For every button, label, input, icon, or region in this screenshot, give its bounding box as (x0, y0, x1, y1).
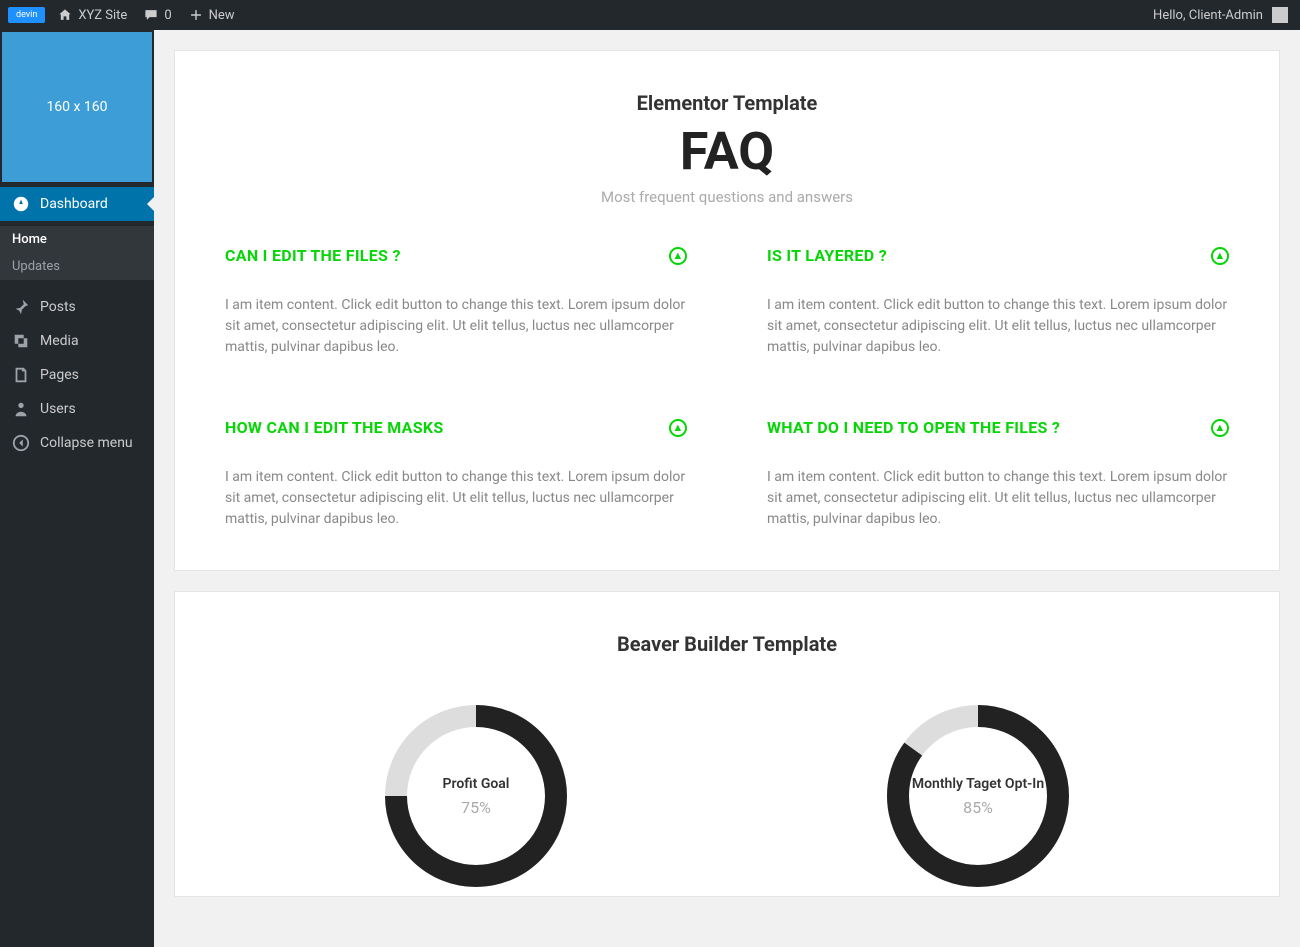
faq-answer: I am item content. Click edit button to … (225, 467, 687, 530)
donut-chart-profit: Profit Goal 75% (376, 696, 576, 896)
sidebar-item-posts[interactable]: Posts (0, 290, 154, 324)
pin-icon (12, 298, 30, 316)
panel-subtitle: Elementor Template (225, 91, 1229, 115)
faq-item: IS IT LAYERED ? ▲ I am item content. Cli… (767, 246, 1229, 358)
topbar-new-label: New (209, 8, 235, 23)
faq-answer: I am item content. Click edit button to … (225, 295, 687, 358)
chevron-up-icon: ▲ (669, 247, 687, 265)
sidebar-item-pages[interactable]: Pages (0, 358, 154, 392)
sidebar-label: Media (40, 333, 79, 349)
chevron-up-icon: ▲ (1211, 419, 1229, 437)
home-icon (57, 7, 73, 23)
panel-title: FAQ (225, 123, 1229, 180)
faq-item: CAN I EDIT THE FILES ? ▲ I am item conte… (225, 246, 687, 358)
comment-icon (143, 7, 159, 23)
collapse-icon (12, 434, 30, 452)
chevron-up-icon: ▲ (669, 419, 687, 437)
panel-desc: Most frequent questions and answers (225, 188, 1229, 206)
media-icon (12, 332, 30, 350)
sidebar-logo-placeholder: 160 x 160 (2, 32, 152, 182)
faq-answer: I am item content. Click edit button to … (767, 467, 1229, 530)
sidebar-item-users[interactable]: Users (0, 392, 154, 426)
plus-icon (188, 7, 204, 23)
faq-question-text: HOW CAN I EDIT THE MASKS (225, 418, 444, 437)
topbar-brand-button[interactable]: devin (8, 7, 45, 23)
donut-percent: 85% (963, 798, 993, 817)
topbar-comment-count: 0 (164, 8, 171, 23)
donut-name: Monthly Taget Opt-In (912, 776, 1044, 792)
faq-question-toggle[interactable]: CAN I EDIT THE FILES ? ▲ (225, 246, 687, 265)
faq-answer: I am item content. Click edit button to … (767, 295, 1229, 358)
sidebar-submenu: Home Updates (0, 226, 154, 280)
faq-question-text: IS IT LAYERED ? (767, 246, 887, 265)
sidebar-label: Collapse menu (40, 435, 133, 451)
faq-question-toggle[interactable]: HOW CAN I EDIT THE MASKS ▲ (225, 418, 687, 437)
sidebar-item-dashboard[interactable]: Dashboard (0, 187, 154, 221)
chevron-up-icon: ▲ (1211, 247, 1229, 265)
faq-question-text: CAN I EDIT THE FILES ? (225, 246, 401, 265)
admin-topbar: devin XYZ Site 0 New Hello, Client-Admin (0, 0, 1300, 30)
donut-percent: 75% (461, 798, 491, 817)
sidebar-sub-updates[interactable]: Updates (0, 253, 154, 280)
sidebar-item-collapse[interactable]: Collapse menu (0, 426, 154, 460)
topbar-comments[interactable]: 0 (139, 7, 175, 23)
avatar-icon (1272, 7, 1288, 23)
topbar-site-link[interactable]: XYZ Site (53, 7, 131, 23)
sidebar-label: Pages (40, 367, 79, 383)
beaver-panel: Beaver Builder Template Profit Goal 75% (174, 591, 1280, 897)
pages-icon (12, 366, 30, 384)
sidebar-label: Posts (40, 299, 76, 315)
donut-name: Profit Goal (443, 776, 510, 792)
topbar-site-name: XYZ Site (78, 8, 127, 23)
topbar-account[interactable]: Hello, Client-Admin (1149, 7, 1292, 23)
donut-chart-monthly: Monthly Taget Opt-In 85% (878, 696, 1078, 896)
sidebar-label: Users (40, 401, 76, 417)
faq-question-text: WHAT DO I NEED TO OPEN THE FILES ? (767, 418, 1060, 437)
submenu-label: Updates (12, 259, 60, 274)
faq-item: WHAT DO I NEED TO OPEN THE FILES ? ▲ I a… (767, 418, 1229, 530)
submenu-label: Home (12, 232, 47, 247)
faq-question-toggle[interactable]: IS IT LAYERED ? ▲ (767, 246, 1229, 265)
sidebar-item-media[interactable]: Media (0, 324, 154, 358)
content-area: Elementor Template FAQ Most frequent que… (154, 30, 1300, 947)
user-icon (12, 400, 30, 418)
faq-question-toggle[interactable]: WHAT DO I NEED TO OPEN THE FILES ? ▲ (767, 418, 1229, 437)
admin-sidebar: 160 x 160 Dashboard Home Updates Posts M… (0, 30, 154, 947)
panel2-title: Beaver Builder Template (225, 632, 1229, 656)
topbar-new[interactable]: New (184, 7, 239, 23)
topbar-greeting: Hello, Client-Admin (1153, 8, 1263, 23)
sidebar-sub-home[interactable]: Home (0, 226, 154, 253)
faq-item: HOW CAN I EDIT THE MASKS ▲ I am item con… (225, 418, 687, 530)
sidebar-label: Dashboard (40, 196, 108, 212)
dashboard-icon (12, 195, 30, 213)
elementor-panel: Elementor Template FAQ Most frequent que… (174, 50, 1280, 571)
